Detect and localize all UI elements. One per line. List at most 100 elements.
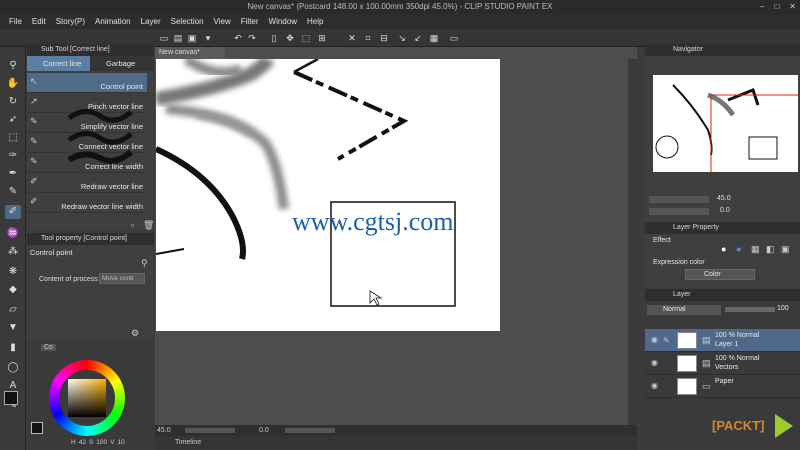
layer-row-vectors[interactable]: ◉ ▤ 100 % Normal Vectors (645, 352, 800, 375)
vector-layer-icon: ▤ (702, 358, 711, 368)
packt-logo: [PACKT] (712, 418, 765, 433)
effect-color-icon[interactable]: ● (736, 244, 741, 254)
figure-tool-icon[interactable]: ◯ (5, 361, 21, 375)
layer-property-panel: Layer Property Effect ● ● ▦ ◧ ▣ Expressi… (645, 222, 800, 288)
zoom-value[interactable]: 45.0 (157, 425, 171, 436)
zoom-slider[interactable] (185, 428, 235, 433)
simplify-icon: ✎ (30, 116, 38, 126)
redo-icon[interactable]: ↷ (246, 32, 258, 44)
subtool-item-control-point[interactable]: ↖ Control point (27, 73, 147, 93)
menu-filter[interactable]: Filter (236, 14, 264, 29)
brush-tool-icon[interactable]: ♒ (5, 227, 21, 241)
timeline-tab[interactable]: Timeline (155, 436, 637, 450)
settings-icon[interactable]: ⚙ (131, 328, 139, 339)
correct-line-tool-icon[interactable]: ✐ (5, 205, 21, 219)
effect-tone-icon[interactable]: ● (721, 244, 726, 254)
visibility-eye-icon[interactable]: ◉ (651, 382, 659, 390)
eyedropper-tool-icon[interactable]: ✑ (5, 149, 21, 163)
rotation-value[interactable]: 0.0 (259, 425, 269, 436)
zoom-tool-icon[interactable]: ⚲ (5, 59, 21, 73)
new-file-icon[interactable]: ▭ (158, 32, 170, 44)
navigator-thumbnail[interactable] (653, 75, 798, 172)
pencil-tool-icon[interactable]: ✎ (5, 185, 21, 199)
menu-layer[interactable]: Layer (136, 14, 166, 29)
menu-window[interactable]: Window (264, 14, 302, 29)
display-settings-icon[interactable]: ▭ (448, 32, 460, 44)
rotate-tool-icon[interactable]: ↻ (5, 95, 21, 109)
layer-row-paper[interactable]: ◉ ▭ Paper (645, 375, 800, 398)
main-color-swatch[interactable] (4, 391, 18, 405)
clear-icon[interactable]: ▯ (268, 32, 280, 44)
visibility-eye-icon[interactable]: ◉ (651, 336, 659, 344)
maximize-icon[interactable]: □ (774, 0, 779, 14)
canvas-paper[interactable] (156, 59, 500, 331)
airbrush-tool-icon[interactable]: ⁂ (5, 245, 21, 259)
menu-help[interactable]: Help (302, 14, 328, 29)
snap-ruler-icon[interactable]: ↘ (396, 32, 408, 44)
layer-row-layer1[interactable]: ◉ ✎ ▤ 100 % Normal Layer 1 (645, 329, 800, 352)
tool-strip: ⚲ ✋ ↻ ➶ ⬚ ✑ ✒ ✎ ✐ ♒ ⁂ ❋ ◆ ▱ ▼ ▮ ◯ A ✎ (0, 47, 26, 450)
tab-garbage-clean[interactable]: Garbage clean (90, 56, 153, 83)
move-tool-icon[interactable]: ➶ (5, 113, 21, 127)
hand-tool-icon[interactable]: ✋ (5, 77, 21, 91)
blurred-stroke-2 (183, 59, 243, 78)
expression-color-select[interactable]: Color (685, 269, 755, 280)
content-of-process-select[interactable]: Move contr (99, 273, 145, 284)
rotation-slider[interactable] (285, 428, 335, 433)
pen-lock-icon[interactable]: ✎ (663, 336, 670, 345)
menu-edit[interactable]: Edit (27, 14, 51, 29)
open-file-icon[interactable]: ▤ (172, 32, 184, 44)
close-icon[interactable]: ✕ (789, 0, 796, 14)
menu-animation[interactable]: Animation (90, 14, 136, 29)
navigator-zoom-value[interactable]: 45.0 (717, 195, 731, 202)
opacity-value[interactable]: 100 (777, 305, 789, 312)
navigator-zoom-slider[interactable] (649, 196, 709, 203)
eraser-tool-icon[interactable]: ▱ (5, 303, 21, 317)
fill-tool-icon[interactable]: ▼ (5, 321, 21, 335)
deselect-icon[interactable]: ✕ (346, 32, 358, 44)
menu-file[interactable]: File (4, 14, 27, 29)
blend-mode-select[interactable]: Normal (647, 305, 721, 315)
effect-grid-icon[interactable]: ▦ (751, 244, 760, 255)
saturation-value-square[interactable] (68, 379, 106, 417)
new-subtool-icon[interactable]: ▫ (131, 220, 134, 230)
navigator-angle-slider[interactable] (649, 208, 709, 215)
canvas-drawing (156, 59, 456, 307)
document-tab[interactable]: New canvas* (155, 47, 225, 59)
undo-icon[interactable]: ↶ (232, 32, 244, 44)
decoration-tool-icon[interactable]: ❋ (5, 265, 21, 279)
snap-special-icon[interactable]: ↙ (412, 32, 424, 44)
invert-icon[interactable]: ⊟ (378, 32, 390, 44)
blend-tool-icon[interactable]: ◆ (5, 283, 21, 297)
color-main-swatch[interactable] (31, 422, 43, 434)
menu-selection[interactable]: Selection (166, 14, 209, 29)
search-icon[interactable]: ⚲ (141, 258, 148, 269)
tab-correct-line[interactable]: Correct line (27, 56, 90, 71)
minimize-icon[interactable]: – (760, 0, 764, 14)
gradient-tool-icon[interactable]: ▮ (5, 341, 21, 355)
content-of-process-label: Content of process (39, 276, 98, 283)
effect-border-icon[interactable]: ◧ (766, 244, 775, 255)
navigator-angle-value[interactable]: 0.0 (720, 207, 730, 214)
subtool-item-redraw[interactable]: ✐ Redraw vector line (27, 173, 147, 193)
delete-subtool-icon[interactable]: 🗑 (143, 220, 154, 231)
snap-grid-icon[interactable]: ▦ (428, 32, 440, 44)
pen-tool-icon[interactable]: ✒ (5, 167, 21, 181)
nav-circle (655, 135, 679, 159)
transform-icon[interactable]: ✥ (284, 32, 296, 44)
visibility-eye-icon[interactable]: ◉ (651, 359, 659, 367)
subtool-item-redraw-width[interactable]: ✐ Redraw vector line width (27, 193, 147, 213)
menu-story[interactable]: Story(P) (51, 14, 90, 29)
selection-tool-icon[interactable]: ⬚ (5, 131, 21, 145)
opacity-slider[interactable] (725, 307, 775, 312)
color-wheel-tab[interactable]: Co (41, 344, 56, 351)
fill-icon[interactable]: ⬚ (300, 32, 312, 44)
select-all-icon[interactable]: ⊞ (316, 32, 328, 44)
save-icon[interactable]: ▣ (186, 32, 198, 44)
crop-icon[interactable]: ⌗ (362, 32, 374, 44)
dropdown-icon[interactable]: ▾ (202, 32, 214, 44)
vertical-scrollbar[interactable] (628, 59, 637, 425)
effect-layer-color-icon[interactable]: ▣ (781, 244, 790, 255)
tool-property-title: Tool property [Control point] (27, 233, 154, 245)
menu-view[interactable]: View (209, 14, 236, 29)
